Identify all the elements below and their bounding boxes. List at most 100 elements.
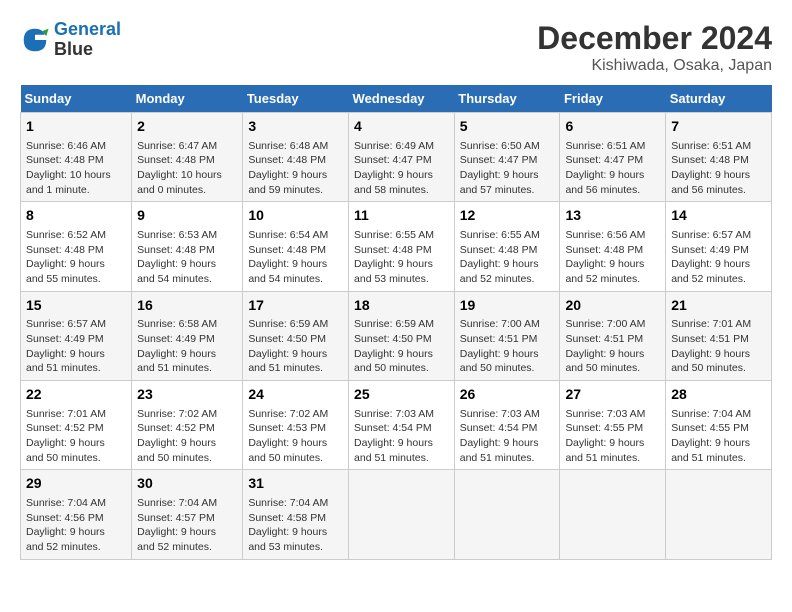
empty-day <box>349 470 455 559</box>
calendar-day-4: 4Sunrise: 6:49 AM Sunset: 4:47 PM Daylig… <box>349 113 455 202</box>
calendar-day-21: 21Sunrise: 7:01 AM Sunset: 4:51 PM Dayli… <box>666 291 772 380</box>
day-number: 6 <box>565 117 660 137</box>
day-info: Sunrise: 7:01 AM Sunset: 4:52 PM Dayligh… <box>26 407 126 466</box>
calendar-week-1: 1Sunrise: 6:46 AM Sunset: 4:48 PM Daylig… <box>21 113 772 202</box>
day-number: 4 <box>354 117 449 137</box>
day-info: Sunrise: 7:04 AM Sunset: 4:57 PM Dayligh… <box>137 496 237 555</box>
day-info: Sunrise: 6:55 AM Sunset: 4:48 PM Dayligh… <box>460 228 555 287</box>
calendar-day-15: 15Sunrise: 6:57 AM Sunset: 4:49 PM Dayli… <box>21 291 132 380</box>
day-number: 15 <box>26 296 126 316</box>
calendar-day-14: 14Sunrise: 6:57 AM Sunset: 4:49 PM Dayli… <box>666 202 772 291</box>
day-number: 14 <box>671 206 766 226</box>
logo-icon <box>20 25 50 55</box>
day-number: 21 <box>671 296 766 316</box>
day-number: 17 <box>248 296 343 316</box>
day-info: Sunrise: 7:04 AM Sunset: 4:56 PM Dayligh… <box>26 496 126 555</box>
calendar-day-9: 9Sunrise: 6:53 AM Sunset: 4:48 PM Daylig… <box>132 202 243 291</box>
day-number: 7 <box>671 117 766 137</box>
day-info: Sunrise: 6:57 AM Sunset: 4:49 PM Dayligh… <box>671 228 766 287</box>
day-header-monday: Monday <box>132 85 243 113</box>
day-info: Sunrise: 6:51 AM Sunset: 4:47 PM Dayligh… <box>565 139 660 198</box>
calendar-week-5: 29Sunrise: 7:04 AM Sunset: 4:56 PM Dayli… <box>21 470 772 559</box>
day-info: Sunrise: 6:59 AM Sunset: 4:50 PM Dayligh… <box>354 317 449 376</box>
calendar-day-24: 24Sunrise: 7:02 AM Sunset: 4:53 PM Dayli… <box>243 381 349 470</box>
calendar-subtitle: Kishiwada, Osaka, Japan <box>537 57 772 75</box>
day-number: 30 <box>137 474 237 494</box>
day-info: Sunrise: 6:55 AM Sunset: 4:48 PM Dayligh… <box>354 228 449 287</box>
calendar-week-2: 8Sunrise: 6:52 AM Sunset: 4:48 PM Daylig… <box>21 202 772 291</box>
calendar-day-12: 12Sunrise: 6:55 AM Sunset: 4:48 PM Dayli… <box>454 202 560 291</box>
page-header: GeneralBlue December 2024 Kishiwada, Osa… <box>20 20 772 75</box>
calendar-table: SundayMondayTuesdayWednesdayThursdayFrid… <box>20 85 772 560</box>
calendar-day-31: 31Sunrise: 7:04 AM Sunset: 4:58 PM Dayli… <box>243 470 349 559</box>
day-header-saturday: Saturday <box>666 85 772 113</box>
day-number: 5 <box>460 117 555 137</box>
day-info: Sunrise: 7:00 AM Sunset: 4:51 PM Dayligh… <box>565 317 660 376</box>
calendar-day-28: 28Sunrise: 7:04 AM Sunset: 4:55 PM Dayli… <box>666 381 772 470</box>
day-number: 9 <box>137 206 237 226</box>
calendar-day-27: 27Sunrise: 7:03 AM Sunset: 4:55 PM Dayli… <box>560 381 666 470</box>
calendar-day-3: 3Sunrise: 6:48 AM Sunset: 4:48 PM Daylig… <box>243 113 349 202</box>
day-number: 11 <box>354 206 449 226</box>
day-info: Sunrise: 6:58 AM Sunset: 4:49 PM Dayligh… <box>137 317 237 376</box>
day-info: Sunrise: 6:46 AM Sunset: 4:48 PM Dayligh… <box>26 139 126 198</box>
day-number: 12 <box>460 206 555 226</box>
day-number: 8 <box>26 206 126 226</box>
calendar-day-13: 13Sunrise: 6:56 AM Sunset: 4:48 PM Dayli… <box>560 202 666 291</box>
calendar-day-25: 25Sunrise: 7:03 AM Sunset: 4:54 PM Dayli… <box>349 381 455 470</box>
calendar-day-6: 6Sunrise: 6:51 AM Sunset: 4:47 PM Daylig… <box>560 113 666 202</box>
day-info: Sunrise: 6:53 AM Sunset: 4:48 PM Dayligh… <box>137 228 237 287</box>
calendar-day-16: 16Sunrise: 6:58 AM Sunset: 4:49 PM Dayli… <box>132 291 243 380</box>
day-info: Sunrise: 6:48 AM Sunset: 4:48 PM Dayligh… <box>248 139 343 198</box>
day-header-thursday: Thursday <box>454 85 560 113</box>
calendar-day-30: 30Sunrise: 7:04 AM Sunset: 4:57 PM Dayli… <box>132 470 243 559</box>
title-block: December 2024 Kishiwada, Osaka, Japan <box>537 20 772 75</box>
day-number: 28 <box>671 385 766 405</box>
day-number: 20 <box>565 296 660 316</box>
day-number: 1 <box>26 117 126 137</box>
day-number: 26 <box>460 385 555 405</box>
empty-day <box>666 470 772 559</box>
logo: GeneralBlue <box>20 20 121 60</box>
day-info: Sunrise: 7:03 AM Sunset: 4:54 PM Dayligh… <box>354 407 449 466</box>
day-number: 2 <box>137 117 237 137</box>
day-number: 27 <box>565 385 660 405</box>
day-number: 18 <box>354 296 449 316</box>
day-info: Sunrise: 6:54 AM Sunset: 4:48 PM Dayligh… <box>248 228 343 287</box>
calendar-day-2: 2Sunrise: 6:47 AM Sunset: 4:48 PM Daylig… <box>132 113 243 202</box>
day-info: Sunrise: 7:03 AM Sunset: 4:54 PM Dayligh… <box>460 407 555 466</box>
day-info: Sunrise: 6:59 AM Sunset: 4:50 PM Dayligh… <box>248 317 343 376</box>
day-number: 23 <box>137 385 237 405</box>
day-number: 19 <box>460 296 555 316</box>
calendar-day-18: 18Sunrise: 6:59 AM Sunset: 4:50 PM Dayli… <box>349 291 455 380</box>
day-info: Sunrise: 7:04 AM Sunset: 4:55 PM Dayligh… <box>671 407 766 466</box>
day-info: Sunrise: 6:51 AM Sunset: 4:48 PM Dayligh… <box>671 139 766 198</box>
calendar-day-5: 5Sunrise: 6:50 AM Sunset: 4:47 PM Daylig… <box>454 113 560 202</box>
calendar-day-8: 8Sunrise: 6:52 AM Sunset: 4:48 PM Daylig… <box>21 202 132 291</box>
day-number: 16 <box>137 296 237 316</box>
calendar-day-11: 11Sunrise: 6:55 AM Sunset: 4:48 PM Dayli… <box>349 202 455 291</box>
day-header-friday: Friday <box>560 85 666 113</box>
day-info: Sunrise: 6:56 AM Sunset: 4:48 PM Dayligh… <box>565 228 660 287</box>
day-info: Sunrise: 7:03 AM Sunset: 4:55 PM Dayligh… <box>565 407 660 466</box>
day-info: Sunrise: 7:01 AM Sunset: 4:51 PM Dayligh… <box>671 317 766 376</box>
day-info: Sunrise: 6:57 AM Sunset: 4:49 PM Dayligh… <box>26 317 126 376</box>
calendar-day-7: 7Sunrise: 6:51 AM Sunset: 4:48 PM Daylig… <box>666 113 772 202</box>
day-header-tuesday: Tuesday <box>243 85 349 113</box>
logo-text: GeneralBlue <box>54 20 121 60</box>
day-number: 3 <box>248 117 343 137</box>
calendar-day-22: 22Sunrise: 7:01 AM Sunset: 4:52 PM Dayli… <box>21 381 132 470</box>
day-number: 22 <box>26 385 126 405</box>
day-info: Sunrise: 7:00 AM Sunset: 4:51 PM Dayligh… <box>460 317 555 376</box>
day-info: Sunrise: 7:04 AM Sunset: 4:58 PM Dayligh… <box>248 496 343 555</box>
day-header-wednesday: Wednesday <box>349 85 455 113</box>
calendar-day-23: 23Sunrise: 7:02 AM Sunset: 4:52 PM Dayli… <box>132 381 243 470</box>
calendar-title: December 2024 <box>537 20 772 57</box>
day-number: 10 <box>248 206 343 226</box>
calendar-week-4: 22Sunrise: 7:01 AM Sunset: 4:52 PM Dayli… <box>21 381 772 470</box>
calendar-day-20: 20Sunrise: 7:00 AM Sunset: 4:51 PM Dayli… <box>560 291 666 380</box>
day-info: Sunrise: 7:02 AM Sunset: 4:52 PM Dayligh… <box>137 407 237 466</box>
calendar-day-29: 29Sunrise: 7:04 AM Sunset: 4:56 PM Dayli… <box>21 470 132 559</box>
calendar-day-17: 17Sunrise: 6:59 AM Sunset: 4:50 PM Dayli… <box>243 291 349 380</box>
calendar-day-19: 19Sunrise: 7:00 AM Sunset: 4:51 PM Dayli… <box>454 291 560 380</box>
